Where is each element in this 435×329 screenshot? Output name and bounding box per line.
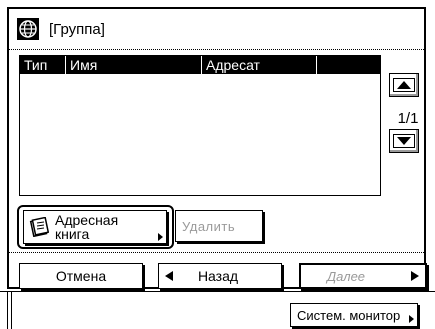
column-header-spacer: [317, 56, 380, 74]
arrow-left-icon: [165, 271, 173, 281]
arrow-right-icon: [411, 271, 419, 281]
column-header-type: Тип: [20, 56, 66, 74]
column-header-name: Имя: [66, 56, 202, 74]
group-dialog: [Группа] Тип Имя Адресат 1/1 Адресная кн…: [7, 7, 427, 289]
group-member-list[interactable]: Тип Имя Адресат: [19, 55, 381, 196]
submenu-arrow-icon: [158, 233, 163, 241]
title-bar: [Группа]: [9, 9, 424, 50]
system-monitor-button[interactable]: Систем. монитор: [290, 303, 418, 327]
divider: [9, 252, 424, 254]
address-book-button[interactable]: Адресная книга: [23, 210, 167, 244]
column-header-destination: Адресат: [202, 56, 317, 74]
submenu-arrow-icon: [409, 315, 414, 323]
scroll-down-button[interactable]: [389, 129, 419, 153]
address-book-icon: [29, 217, 51, 237]
page-indicator: 1/1: [397, 110, 419, 127]
page-title: [Группа]: [49, 20, 105, 38]
address-book-button-frame: Адресная книга: [17, 205, 174, 249]
list-header: Тип Имя Адресат: [20, 56, 380, 74]
scroll-up-button[interactable]: [389, 73, 419, 97]
back-button[interactable]: Назад: [158, 263, 282, 289]
delete-button[interactable]: Удалить: [175, 210, 263, 242]
triangle-down-icon: [397, 137, 411, 145]
next-button[interactable]: Далее: [299, 263, 427, 289]
back-label: Назад: [197, 268, 239, 284]
address-book-label-line2: книга: [55, 226, 90, 242]
globe-icon: [15, 16, 41, 42]
triangle-up-icon: [397, 81, 411, 89]
cancel-button[interactable]: Отмена: [19, 263, 143, 289]
next-label: Далее: [327, 268, 366, 284]
cancel-label: Отмена: [55, 268, 107, 284]
system-monitor-label: Систем. монитор: [297, 307, 401, 323]
address-book-label-line1: Адресная: [55, 212, 119, 228]
